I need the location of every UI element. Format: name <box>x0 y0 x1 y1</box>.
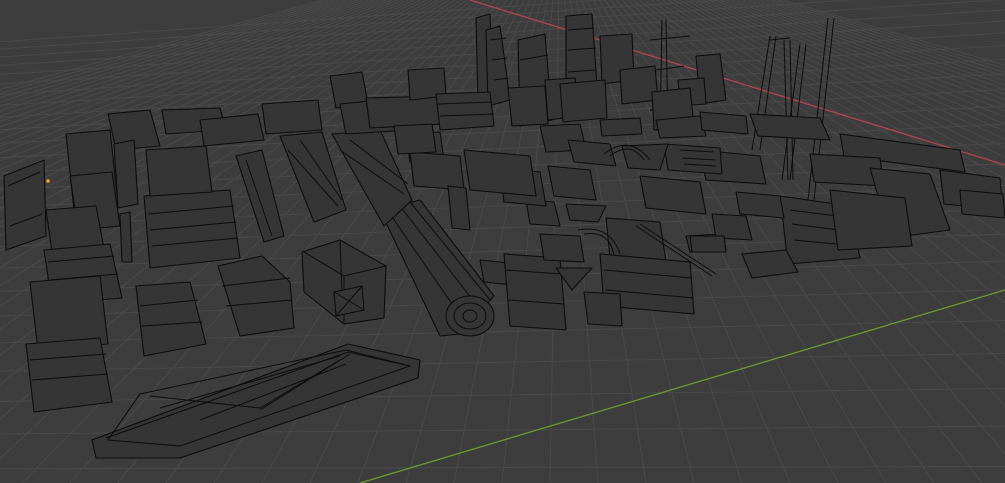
viewport-canvas[interactable] <box>0 0 1005 483</box>
machinery-group[interactable] <box>539 111 1005 315</box>
grid-line <box>0 388 1005 402</box>
3d-viewport[interactable] <box>0 0 1005 483</box>
origin-point-icon <box>46 179 50 183</box>
grid-line <box>0 465 1005 470</box>
scene-objects[interactable] <box>3 13 1005 459</box>
grid-line <box>0 352 1005 372</box>
cylinder-tank[interactable] <box>379 199 495 337</box>
